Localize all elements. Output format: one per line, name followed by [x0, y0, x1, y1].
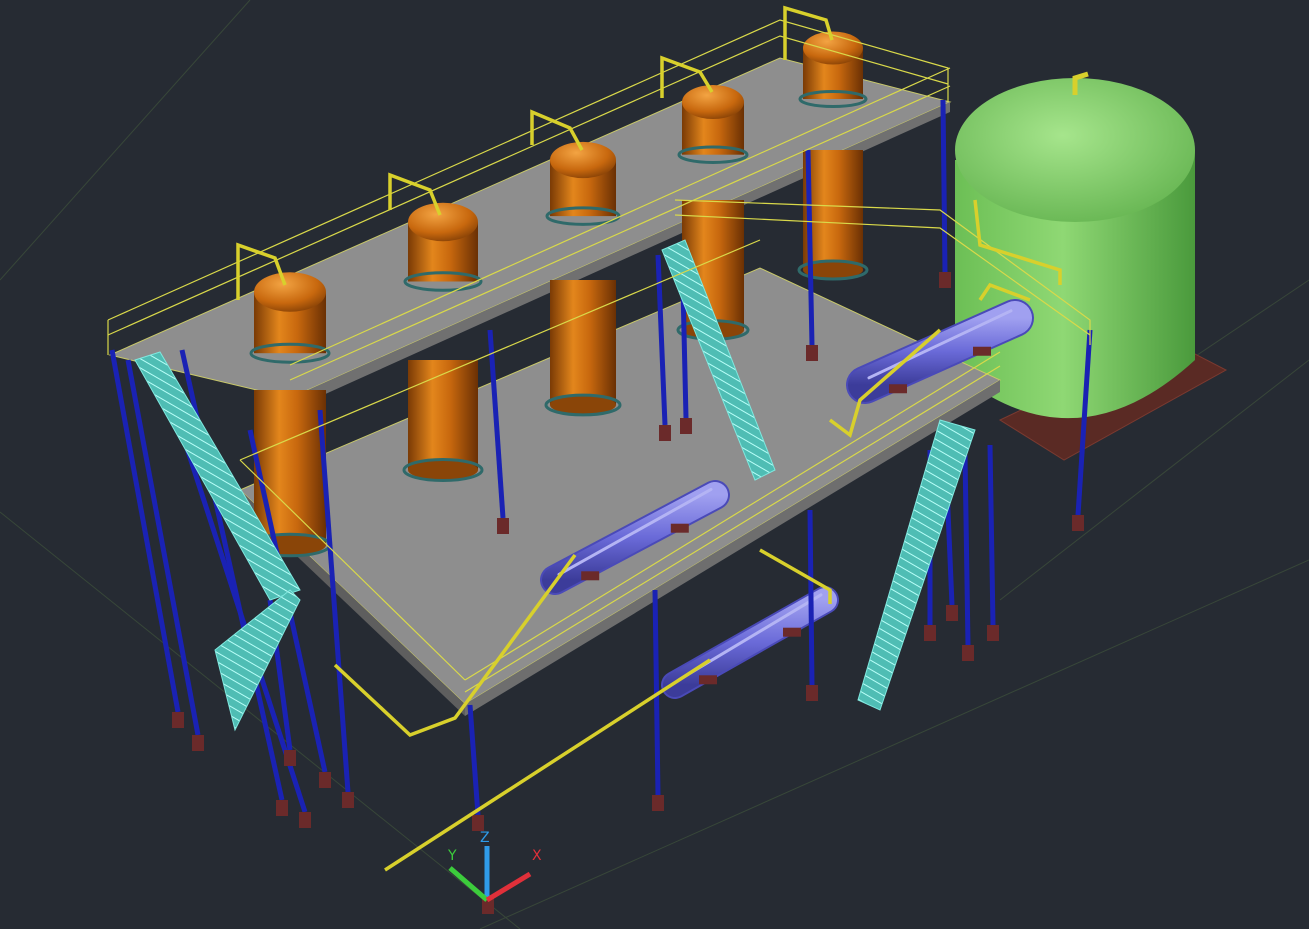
steel-column-19[interactable]: [962, 454, 974, 661]
steel-column-15[interactable]: [652, 589, 664, 811]
model-viewport[interactable]: Z Y X: [0, 0, 1309, 929]
steel-column-20[interactable]: [987, 444, 999, 641]
y-axis-icon: [448, 866, 489, 902]
x-axis-icon: [485, 871, 532, 903]
x-axis-label: X: [532, 848, 542, 864]
z-axis-label: Z: [480, 830, 490, 846]
storage-tank[interactable]: [955, 71, 1195, 419]
scene-canvas[interactable]: [0, 0, 1309, 929]
steel-column-12[interactable]: [939, 99, 951, 288]
heat-exchanger-3[interactable]: [661, 586, 839, 699]
ucs-icon[interactable]: Z Y X: [430, 828, 560, 923]
y-axis-label: Y: [447, 848, 457, 864]
